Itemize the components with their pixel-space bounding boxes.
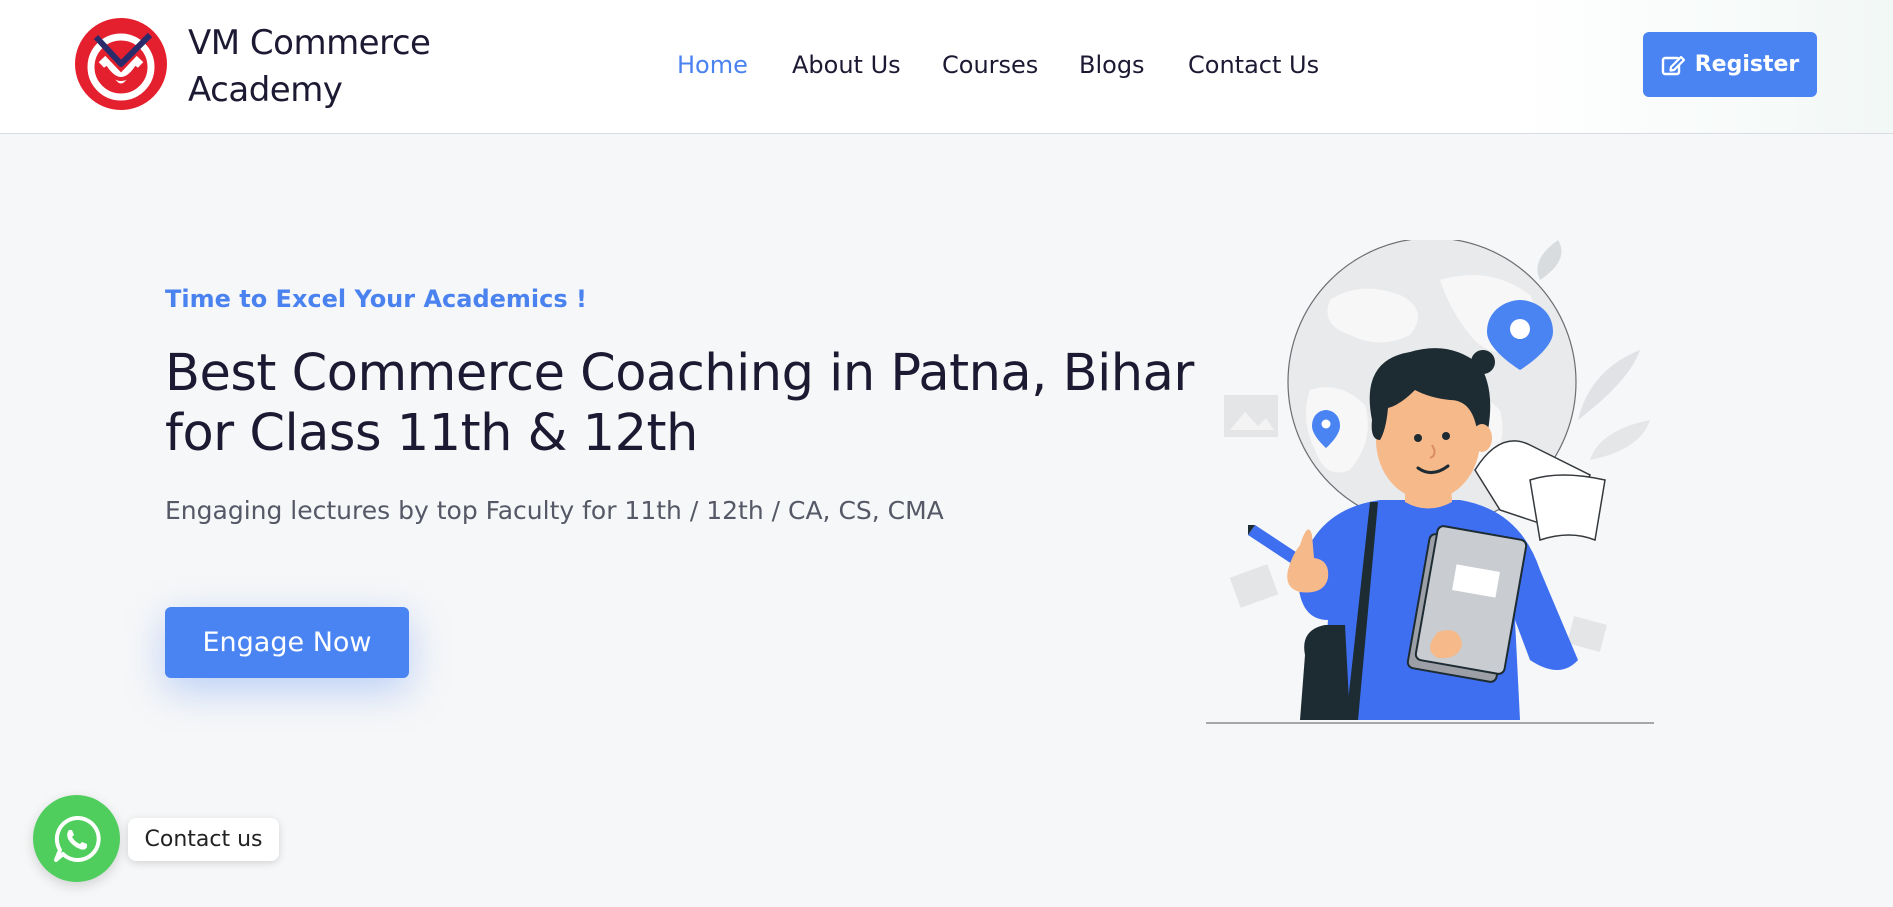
nav-courses[interactable]: Courses bbox=[942, 48, 1038, 82]
nav-about-us[interactable]: About Us bbox=[792, 48, 901, 82]
site-header: VM Commerce Academy Home About Us Course… bbox=[0, 0, 1893, 134]
nav-home[interactable]: Home bbox=[677, 48, 748, 82]
nav-blogs[interactable]: Blogs bbox=[1079, 48, 1145, 82]
register-button[interactable]: Register bbox=[1643, 32, 1817, 97]
nav-contact-us[interactable]: Contact Us bbox=[1188, 48, 1319, 82]
register-label: Register bbox=[1694, 52, 1800, 77]
hero-headline: Best Commerce Coaching in Patna, Bihar f… bbox=[165, 344, 1194, 464]
vm-logo-icon[interactable] bbox=[74, 17, 168, 111]
headline-line-2: for Class 11th & 12th bbox=[165, 404, 698, 463]
student-with-globe-illustration bbox=[1206, 240, 1654, 724]
edit-icon bbox=[1661, 55, 1685, 75]
engage-now-button[interactable]: Engage Now bbox=[165, 607, 409, 678]
whatsapp-button[interactable] bbox=[33, 795, 120, 882]
brand-line-2: Academy bbox=[188, 70, 343, 110]
brand-name[interactable]: VM Commerce Academy bbox=[188, 20, 431, 114]
hero-subline: Engaging lectures by top Faculty for 11t… bbox=[165, 496, 944, 525]
headline-line-1: Best Commerce Coaching in Patna, Bihar bbox=[165, 344, 1194, 403]
whatsapp-icon bbox=[53, 815, 101, 862]
contact-us-label[interactable]: Contact us bbox=[128, 818, 279, 861]
hero-tagline: Time to Excel Your Academics ! bbox=[165, 285, 587, 313]
brand-line-1: VM Commerce bbox=[188, 23, 431, 63]
